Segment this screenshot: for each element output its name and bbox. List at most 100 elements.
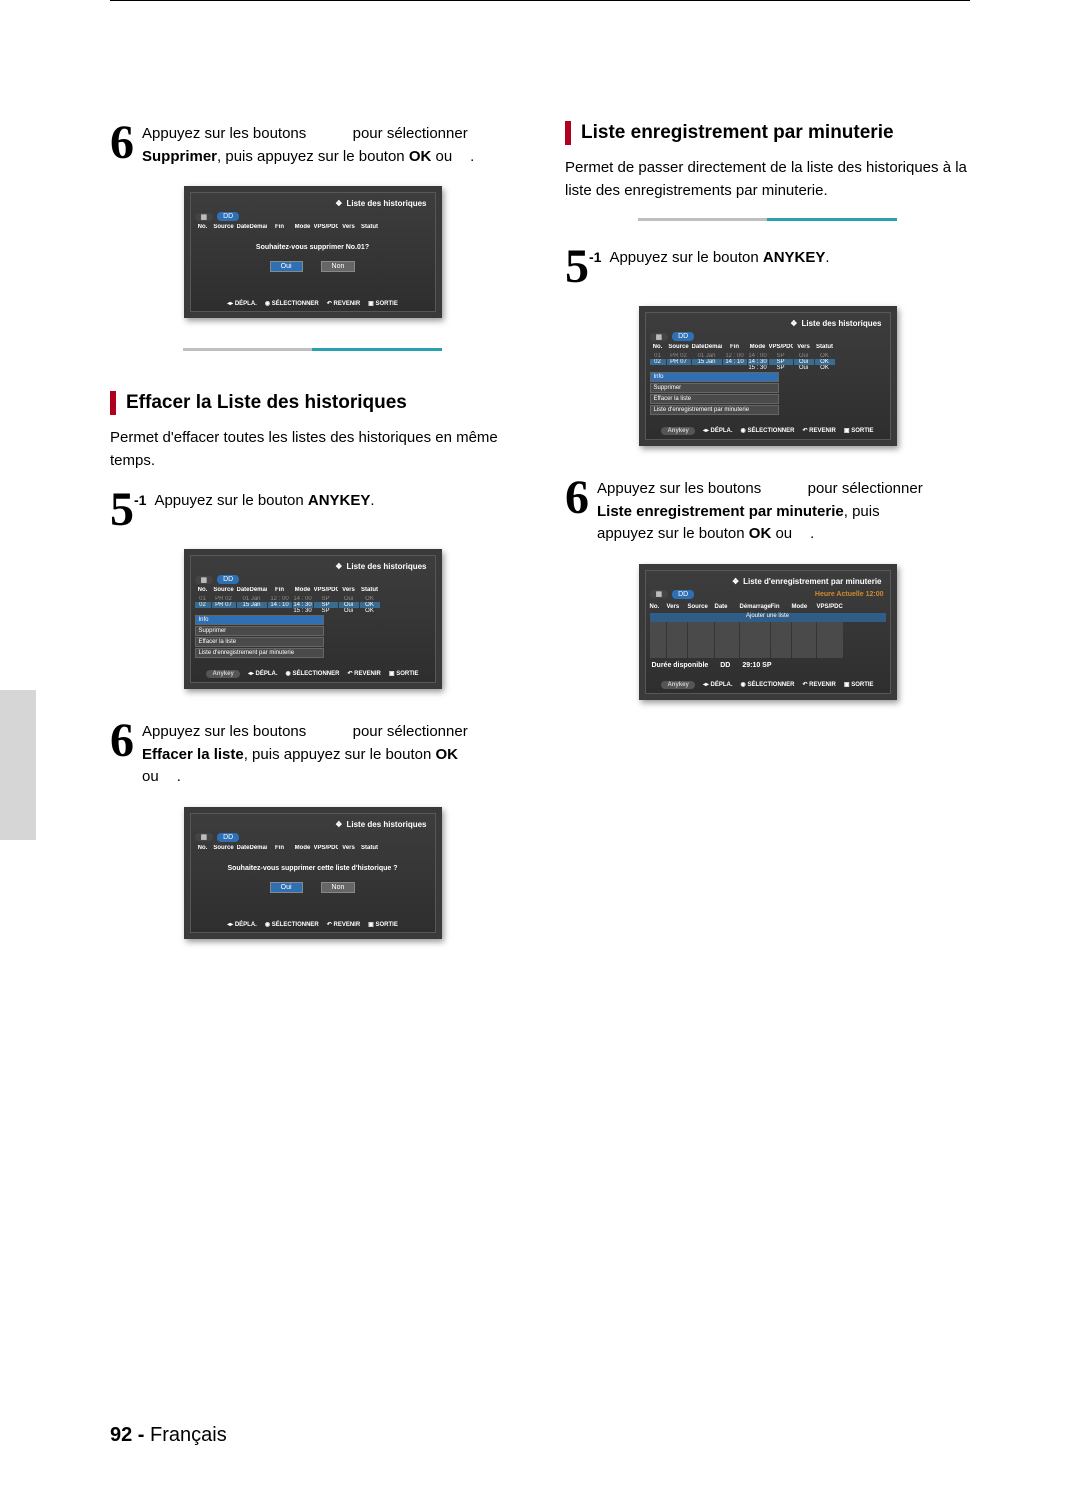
hint: DÉPLA.: [235, 922, 257, 928]
table-row: [650, 631, 886, 640]
text: ou: [142, 768, 159, 785]
text: Appuyez sur les boutons: [142, 723, 306, 740]
hint: DÉPLA.: [235, 301, 257, 307]
current-time: Heure Actuelle 12:00: [815, 591, 884, 598]
th: Vers: [667, 604, 687, 610]
footer-hints: ◂▸ DÉPLA. ◉ SÉLECTIONNER ↶ REVENIR ▣ SOR…: [195, 300, 431, 307]
hint: REVENIR: [809, 682, 836, 688]
menu-liste[interactable]: Liste d'enregistrement par minuterie: [650, 405, 780, 415]
hint: REVENIR: [333, 301, 360, 307]
text: pour sélectionner: [353, 723, 468, 740]
hint: SORTIE: [396, 671, 418, 677]
hint: REVENIR: [809, 428, 836, 434]
step-number: 6: [110, 121, 134, 164]
no-button[interactable]: Non: [321, 261, 356, 272]
th: DateDémarrage: [237, 224, 267, 230]
th: Vers: [339, 224, 359, 230]
footer-hints: ◂▸ DÉPLA. ◉ SÉLECTIONNER ↶ REVENIR ▣ SOR…: [195, 921, 431, 928]
th: Mode: [293, 587, 313, 593]
step-6-mid: 6 Appuyez sur les boutons pour sélection…: [110, 719, 515, 789]
th: Fin: [268, 587, 292, 593]
text: Appuyez sur le bouton: [154, 492, 307, 509]
text: pour sélectionner: [353, 125, 468, 142]
anykey-pill: Anykey: [661, 681, 694, 689]
add-list-row[interactable]: Ajouter une liste: [650, 613, 886, 622]
section-effacer-head: Effacer la Liste des historiques: [110, 391, 515, 415]
th: Fin: [723, 344, 747, 350]
th: Source: [212, 587, 236, 593]
media-icon: ▦: [195, 213, 214, 221]
th: Vers: [794, 344, 814, 350]
th: Source: [667, 344, 691, 350]
menu-supprimer[interactable]: Supprimer: [650, 383, 780, 393]
text: , puis appuyez sur le bouton: [217, 148, 409, 165]
diamond-icon: ❖: [732, 577, 739, 586]
dd-chip: DD: [672, 590, 694, 599]
menu-info[interactable]: Info: [650, 372, 780, 382]
menu-effacer[interactable]: Effacer la liste: [650, 394, 780, 404]
table-row: 15 : 30SPOuiOK: [195, 608, 431, 614]
step-6-top: 6 Appuyez sur les boutons pour sélection…: [110, 121, 515, 168]
text-bold: Effacer la liste: [142, 746, 244, 763]
text: DD: [720, 662, 730, 669]
th: No.: [650, 344, 666, 350]
hint: SORTIE: [851, 428, 873, 434]
menu-effacer[interactable]: Effacer la liste: [195, 637, 325, 647]
th: Mode: [293, 845, 313, 851]
th: VPS/PDC: [817, 604, 843, 610]
text-bold: ANYKEY: [763, 249, 826, 266]
th: VPS/PDC: [314, 224, 338, 230]
yes-button[interactable]: Oui: [270, 882, 303, 893]
text-bold: OK: [436, 746, 459, 763]
text-bold: Supprimer: [142, 148, 217, 165]
menu-info[interactable]: Info: [195, 615, 325, 625]
red-bar-icon: [565, 121, 571, 145]
th: VPS/PDC: [314, 587, 338, 593]
section-title: Effacer la Liste des historiques: [126, 392, 407, 414]
media-icon: ▦: [195, 833, 214, 841]
yes-button[interactable]: Oui: [270, 261, 303, 272]
footer-hints: Anykey ◂▸ DÉPLA. ◉ SÉLECTIONNER ↶ REVENI…: [650, 681, 886, 689]
step-6-right: 6 Appuyez sur les boutons pour sélection…: [565, 476, 970, 546]
text: 29:10 SP: [742, 662, 771, 669]
th: VPS/PDC: [769, 344, 793, 350]
text: .: [825, 249, 829, 266]
page-number: 92 - Français: [110, 1424, 227, 1447]
menu-liste[interactable]: Liste d'enregistrement par minuterie: [195, 648, 325, 658]
th: DateDémarrage: [237, 587, 267, 593]
text: appuyez sur le bouton: [597, 525, 749, 542]
screenshot-menu-open: ❖Liste des historiques ▦DD No.SourceDate…: [184, 549, 442, 689]
text: ou: [431, 148, 452, 165]
hint: DÉPLA.: [256, 671, 278, 677]
th: Source: [688, 604, 714, 610]
page-num-value: 92 -: [110, 1424, 144, 1446]
th: Mode: [748, 344, 768, 350]
screenshot-timer-list: ❖Liste d'enregistrement par minuterie ▦D…: [639, 564, 897, 700]
th: Source: [212, 845, 236, 851]
text-bold: ANYKEY: [308, 492, 371, 509]
menu-supprimer[interactable]: Supprimer: [195, 626, 325, 636]
step-text: Appuyez sur le bouton ANYKEY.: [154, 488, 374, 513]
step-number: 5: [565, 245, 589, 288]
hint: SÉLECTIONNER: [292, 671, 339, 677]
hint: SÉLECTIONNER: [747, 428, 794, 434]
diamond-icon: ❖: [335, 562, 342, 571]
table-headers: No.SourceDateDémarrageFinModeVPS/PDCVers…: [650, 344, 886, 350]
hint: SÉLECTIONNER: [272, 922, 319, 928]
window-title: Liste des historiques: [346, 199, 426, 208]
footer-hints: Anykey ◂▸ DÉPLA. ◉ SÉLECTIONNER ↶ REVENI…: [195, 670, 431, 678]
red-bar-icon: [110, 391, 116, 415]
text-bold: Liste enregistrement par minuterie: [597, 503, 844, 520]
text: ou: [771, 525, 792, 542]
table-row: [650, 640, 886, 649]
diamond-icon: ❖: [790, 319, 797, 328]
hint: REVENIR: [333, 922, 360, 928]
window-title: Liste d'enregistrement par minuterie: [743, 577, 881, 586]
no-button[interactable]: Non: [321, 882, 356, 893]
step-text: Appuyez sur les boutons pour sélectionne…: [597, 476, 923, 546]
screenshot-menu-open-2: ❖Liste des historiques ▦DD No.SourceDate…: [639, 306, 897, 446]
text: Appuyez sur les boutons: [142, 125, 306, 142]
hint: DÉPLA.: [711, 428, 733, 434]
dd-chip: DD: [217, 212, 239, 221]
media-icon: ▦: [650, 333, 669, 341]
